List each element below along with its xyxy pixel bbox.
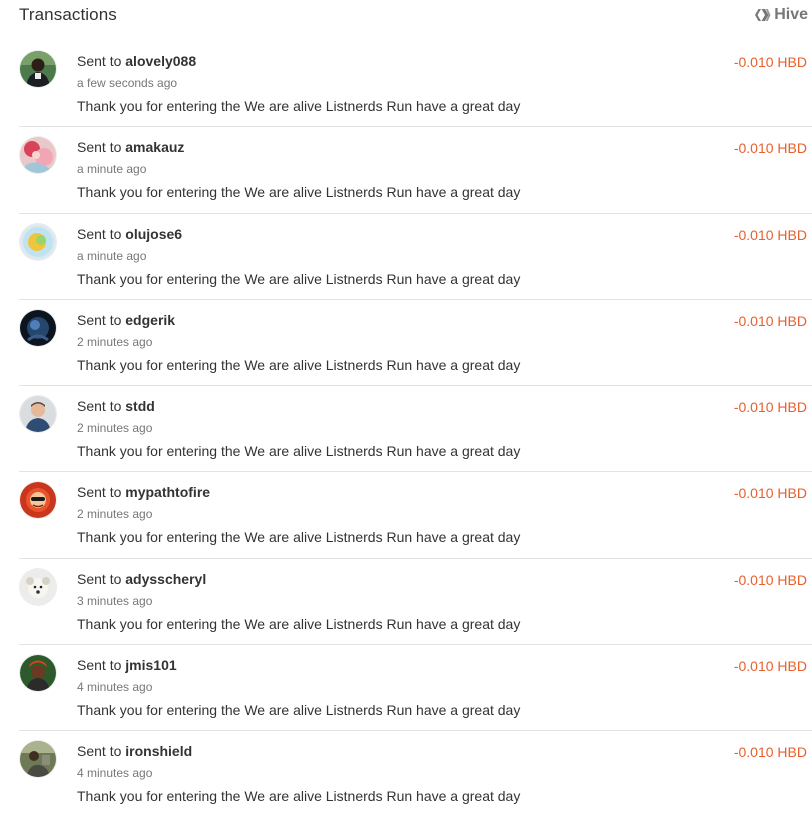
transaction-description: Sent to alovely088 xyxy=(77,53,196,69)
sent-to-label: Sent to xyxy=(77,657,122,674)
transaction-row: Sent to stdd 2 minutes ago Thank you for… xyxy=(0,386,812,473)
transaction-time[interactable]: 2 minutes ago xyxy=(77,335,152,349)
page-title: Transactions xyxy=(19,5,117,24)
hive-brand-link[interactable]: Hive xyxy=(754,6,808,24)
avatar[interactable] xyxy=(20,51,56,87)
transaction-description: Sent to ironshield xyxy=(77,743,192,759)
hive-brand-label: Hive xyxy=(774,6,808,23)
sent-to-label: Sent to xyxy=(77,398,122,415)
avatar[interactable] xyxy=(20,396,56,433)
transaction-memo: Thank you for entering the We are alive … xyxy=(77,184,521,201)
recipient-link[interactable]: jmis101 xyxy=(125,657,176,673)
transaction-description: Sent to jmis101 xyxy=(77,657,177,673)
recipient-link[interactable]: stdd xyxy=(125,398,155,414)
transaction-description: Sent to mypathtofire xyxy=(77,484,210,500)
recipient-link[interactable]: alovely088 xyxy=(125,53,196,69)
transaction-row: Sent to alovely088 a few seconds ago Tha… xyxy=(0,41,812,128)
transaction-time[interactable]: 2 minutes ago xyxy=(77,421,152,435)
transaction-amount: -0.010 HBD xyxy=(733,312,807,329)
transaction-memo: Thank you for entering the We are alive … xyxy=(77,443,521,460)
transaction-memo: Thank you for entering the We are alive … xyxy=(77,788,521,805)
transaction-description: Sent to amakauz xyxy=(77,139,184,155)
recipient-link[interactable]: edgerik xyxy=(125,312,175,328)
transaction-amount: -0.010 HBD xyxy=(733,140,807,157)
transaction-description: Sent to adysscheryl xyxy=(77,571,206,587)
transaction-memo: Thank you for entering the We are alive … xyxy=(77,98,521,114)
transaction-row: Sent to edgerik 2 minutes ago Thank you … xyxy=(0,300,812,387)
transaction-row: Sent to mypathtofire 2 minutes ago Thank… xyxy=(0,472,812,559)
transaction-amount: -0.010 HBD xyxy=(733,54,807,70)
hive-logo-icon xyxy=(754,8,771,22)
transaction-time[interactable]: 4 minutes ago xyxy=(77,680,152,694)
transaction-amount: -0.010 HBD xyxy=(733,744,807,761)
transaction-memo: Thank you for entering the We are alive … xyxy=(77,615,521,632)
avatar[interactable] xyxy=(20,655,56,692)
recipient-link[interactable]: ironshield xyxy=(125,743,192,759)
avatar[interactable] xyxy=(20,309,56,346)
transaction-row: Sent to ironshield 4 minutes ago Thank y… xyxy=(0,731,812,817)
sent-to-label: Sent to xyxy=(77,743,122,760)
transactions-header: Transactions Hive xyxy=(0,0,812,32)
transaction-row: Sent to amakauz a minute ago Thank you f… xyxy=(0,127,812,214)
transaction-row: Sent to jmis101 4 minutes ago Thank you … xyxy=(0,645,812,732)
avatar[interactable] xyxy=(20,568,56,605)
avatar[interactable] xyxy=(20,741,56,778)
sent-to-label: Sent to xyxy=(77,139,122,156)
transaction-memo: Thank you for entering the We are alive … xyxy=(77,270,521,287)
transaction-description: Sent to stdd xyxy=(77,398,155,414)
transaction-amount: -0.010 HBD xyxy=(733,226,807,243)
transaction-memo: Thank you for entering the We are alive … xyxy=(77,356,521,373)
transaction-time[interactable]: a minute ago xyxy=(77,249,146,263)
transaction-time[interactable]: 4 minutes ago xyxy=(77,766,152,780)
transaction-list: Sent to alovely088 a few seconds ago Tha… xyxy=(0,41,812,818)
transaction-row: Sent to adysscheryl 3 minutes ago Thank … xyxy=(0,559,812,646)
sent-to-label: Sent to xyxy=(77,570,122,587)
recipient-link[interactable]: mypathtofire xyxy=(125,484,210,500)
transaction-description: Sent to edgerik xyxy=(77,312,175,328)
recipient-link[interactable]: amakauz xyxy=(125,139,184,155)
avatar[interactable] xyxy=(20,482,56,519)
transaction-amount: -0.010 HBD xyxy=(733,658,807,675)
transaction-time[interactable]: 3 minutes ago xyxy=(77,594,152,608)
sent-to-label: Sent to xyxy=(77,53,122,69)
avatar[interactable] xyxy=(20,223,56,260)
avatar[interactable] xyxy=(20,137,56,174)
transaction-memo: Thank you for entering the We are alive … xyxy=(77,702,521,719)
sent-to-label: Sent to xyxy=(77,311,122,328)
transaction-amount: -0.010 HBD xyxy=(733,399,807,416)
sent-to-label: Sent to xyxy=(77,225,122,242)
transaction-time[interactable]: a few seconds ago xyxy=(77,76,177,90)
sent-to-label: Sent to xyxy=(77,484,122,501)
transaction-time[interactable]: a minute ago xyxy=(77,162,146,176)
recipient-link[interactable]: adysscheryl xyxy=(125,571,206,587)
transaction-amount: -0.010 HBD xyxy=(733,485,807,502)
recipient-link[interactable]: olujose6 xyxy=(125,226,182,242)
transaction-description: Sent to olujose6 xyxy=(77,226,182,242)
transaction-memo: Thank you for entering the We are alive … xyxy=(77,529,521,546)
transaction-time[interactable]: 2 minutes ago xyxy=(77,507,152,521)
transaction-row: Sent to olujose6 a minute ago Thank you … xyxy=(0,214,812,300)
transaction-amount: -0.010 HBD xyxy=(733,571,807,588)
